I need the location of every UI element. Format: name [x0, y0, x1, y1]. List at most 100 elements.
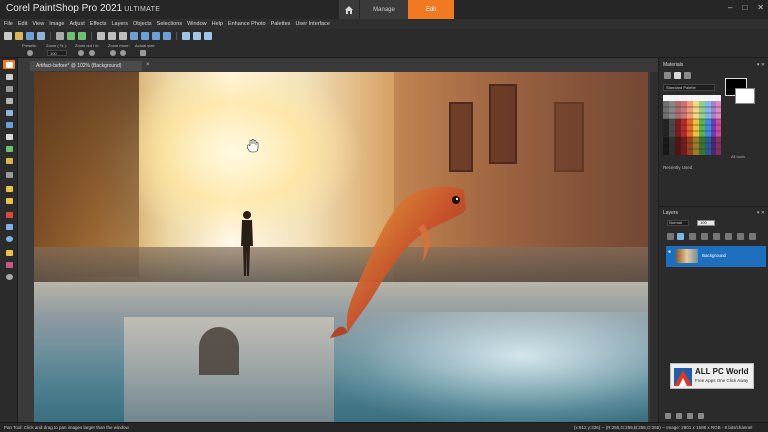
vertical-scrollbar[interactable]: [650, 72, 658, 422]
mask-icon[interactable]: [689, 233, 696, 240]
menu-bar: File Edit View Image Adjust Effects Laye…: [0, 19, 768, 29]
blend-mode-select[interactable]: Normal: [667, 220, 689, 226]
dodge-icon: [5, 171, 13, 178]
menu-palettes[interactable]: Palettes: [271, 21, 291, 27]
close-tab-icon[interactable]: ×: [146, 62, 150, 68]
menu-adjust[interactable]: Adjust: [69, 21, 84, 27]
picture-tube-button[interactable]: [3, 272, 15, 281]
all-tools-checkbox-label[interactable]: All tools: [731, 154, 745, 159]
open-folder-icon[interactable]: [15, 31, 23, 40]
layer-item-background[interactable]: ● Background: [666, 246, 766, 267]
menu-enhance-photo[interactable]: Enhance Photo: [228, 21, 266, 27]
eraser-icon: [5, 197, 13, 204]
duplicate-layer-icon[interactable]: [713, 233, 720, 240]
clone-brush-button[interactable]: [3, 144, 15, 153]
menu-file[interactable]: File: [4, 21, 13, 27]
smart-photo-fix-icon[interactable]: [182, 31, 190, 40]
brush-icon: [5, 185, 13, 192]
redo-icon[interactable]: [78, 31, 86, 40]
red-eye-tool-button[interactable]: [3, 132, 15, 141]
tab-edit[interactable]: Edit: [408, 0, 454, 19]
swatches-mode-icon[interactable]: [684, 72, 691, 79]
pan-tool-button[interactable]: [3, 60, 15, 69]
pick-tool-button[interactable]: [3, 72, 15, 81]
close-button[interactable]: ✕: [757, 3, 764, 12]
menu-image[interactable]: Image: [49, 21, 64, 27]
materials-panel-controls[interactable]: ▾ ✕: [757, 62, 765, 68]
layer-opacity-input[interactable]: 100: [697, 220, 715, 226]
layers-title: Layers: [663, 210, 679, 216]
home-tab[interactable]: [339, 0, 359, 19]
maximize-button[interactable]: □: [742, 3, 747, 12]
link-layer-icon[interactable]: [725, 233, 732, 240]
save-icon[interactable]: [26, 31, 34, 40]
effects-icon[interactable]: [687, 413, 693, 419]
tab-manage[interactable]: Manage: [360, 0, 408, 19]
copy-icon[interactable]: [108, 31, 116, 40]
pen-tool-button[interactable]: [3, 248, 15, 257]
paint-brush-button[interactable]: [3, 184, 15, 193]
menu-window[interactable]: Window: [187, 21, 207, 27]
menu-view[interactable]: View: [32, 21, 44, 27]
resize-icon[interactable]: [141, 31, 149, 40]
layers-panel-controls[interactable]: ▾ ✕: [757, 210, 765, 216]
selection-tool-button[interactable]: [3, 84, 15, 93]
magic-wand-button[interactable]: [3, 96, 15, 105]
new-file-icon[interactable]: [4, 31, 12, 40]
adjustment-layer-icon[interactable]: [701, 233, 708, 240]
script-icon[interactable]: [204, 31, 212, 40]
zoom-percent-input[interactable]: 100: [47, 50, 67, 56]
brush-settings-icon[interactable]: [676, 413, 682, 419]
document-tab[interactable]: Artifact-before* @ 102% (Background): [30, 61, 142, 71]
crop-tool-button[interactable]: [3, 108, 15, 117]
background-color-swatch[interactable]: [735, 88, 755, 104]
layer-properties-icon[interactable]: [665, 413, 671, 419]
minimize-button[interactable]: –: [728, 3, 732, 12]
menu-selections[interactable]: Selections: [157, 21, 182, 27]
edition-label: ULTIMATE: [124, 6, 161, 13]
zoom-more-out-icon[interactable]: [110, 50, 116, 56]
straighten-tool-button[interactable]: [3, 120, 15, 129]
paste-icon[interactable]: [119, 31, 127, 40]
cut-icon[interactable]: [97, 31, 105, 40]
straighten-icon: [5, 121, 13, 128]
delete-layer-icon[interactable]: [749, 233, 756, 240]
presets-icon[interactable]: [27, 50, 33, 56]
image-canvas[interactable]: [34, 72, 648, 422]
zoom-in-icon[interactable]: [152, 31, 160, 40]
actual-size-icon[interactable]: [140, 50, 146, 56]
save-as-icon[interactable]: [37, 31, 45, 40]
zoom-more-label: Zoom more:: [108, 43, 130, 48]
menu-objects[interactable]: Objects: [133, 21, 152, 27]
new-group-icon[interactable]: [677, 233, 684, 240]
merge-icon[interactable]: [698, 413, 704, 419]
status-hint: Pan Tool: Click and drag to pan images l…: [4, 425, 130, 430]
menu-edit[interactable]: Edit: [18, 21, 27, 27]
zoom-out-icon[interactable]: [78, 50, 84, 56]
warp-brush-button[interactable]: [3, 260, 15, 269]
frame-mode-icon[interactable]: [664, 72, 671, 79]
menu-effects[interactable]: Effects: [90, 21, 107, 27]
zoom-out-icon[interactable]: [163, 31, 171, 40]
rainbow-mode-icon[interactable]: [674, 72, 681, 79]
rotate-icon[interactable]: [130, 31, 138, 40]
one-step-fix-icon[interactable]: [193, 31, 201, 40]
preset-shape-button[interactable]: [3, 234, 15, 243]
new-layer-icon[interactable]: [667, 233, 674, 240]
visibility-eye-icon[interactable]: ●: [668, 249, 671, 255]
undo-icon[interactable]: [67, 31, 75, 40]
color-swatch-grid[interactable]: [663, 95, 721, 155]
menu-help[interactable]: Help: [212, 21, 223, 27]
zoom-in-icon[interactable]: [89, 50, 95, 56]
eraser-tool-button[interactable]: [3, 196, 15, 205]
text-tool-button[interactable]: [3, 222, 15, 231]
dodge-tool-button[interactable]: [3, 170, 15, 179]
menu-layers[interactable]: Layers: [112, 21, 129, 27]
print-icon[interactable]: [56, 31, 64, 40]
zoom-more-in-icon[interactable]: [120, 50, 126, 56]
palette-select[interactable]: Standard Palette: [663, 84, 715, 91]
lock-layer-icon[interactable]: [737, 233, 744, 240]
flood-fill-button[interactable]: [3, 210, 15, 219]
menu-user-interface[interactable]: User Interface: [295, 21, 330, 27]
scratch-remover-button[interactable]: [3, 156, 15, 165]
